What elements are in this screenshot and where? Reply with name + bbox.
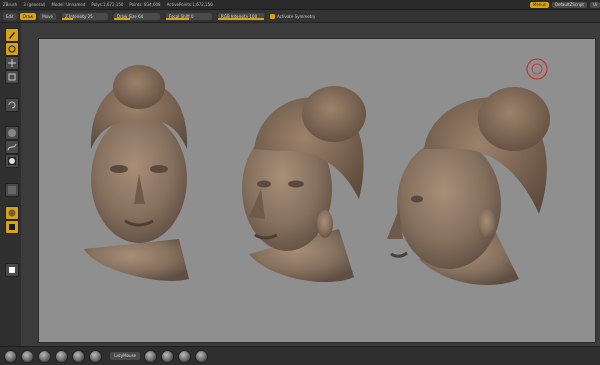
rgb-intensity-slider[interactable]: RGB Intensity 100	[217, 12, 264, 20]
lazymouse-button[interactable]: LazyMouse	[110, 352, 141, 360]
rgb-intensity-fill	[217, 17, 264, 20]
draw-mode-icon[interactable]	[5, 42, 19, 56]
texture-icon[interactable]	[5, 183, 19, 197]
left-shelf	[0, 23, 22, 346]
active-points-info: ActivePoints:1,672,150	[166, 2, 213, 7]
sphere-icon-5[interactable]	[72, 349, 85, 363]
sphere-icon-3[interactable]	[38, 349, 51, 363]
brush-icon[interactable]	[5, 126, 19, 140]
rotate-mode-icon[interactable]	[5, 98, 19, 112]
head-front-view	[84, 65, 189, 281]
sphere-icon-9[interactable]	[178, 349, 192, 363]
document-area	[21, 23, 600, 346]
material-icon[interactable]	[5, 206, 19, 220]
head-three-quarter-view	[242, 86, 366, 283]
brush-cursor-icon	[526, 58, 548, 80]
points-info: Points: 834,608	[129, 2, 161, 7]
move-button[interactable]: Move	[39, 12, 56, 20]
draw-size-slider[interactable]: Draw Size 64	[113, 12, 160, 20]
model-info: Model: Unnamed	[51, 2, 86, 7]
viewport[interactable]	[38, 38, 596, 343]
edit-button[interactable]: Edit	[3, 12, 17, 20]
menus-button[interactable]: Menus	[529, 1, 549, 8]
sculpt-render	[84, 58, 550, 285]
bottom-shelf: LazyMouse	[0, 346, 600, 365]
z-intensity-slider[interactable]: Z Intensity 25	[61, 12, 108, 20]
head-profile-view	[387, 87, 550, 285]
alpha-icon[interactable]	[5, 154, 19, 168]
scale-mode-icon[interactable]	[5, 70, 19, 84]
focal-shift-fill	[165, 17, 189, 20]
swatch-icon[interactable]	[5, 263, 19, 277]
sphere-icon-4[interactable]	[55, 349, 68, 363]
menubar-right: Menus DefaultZScript Ui	[527, 0, 600, 9]
layout-menu[interactable]: 3 (general)	[20, 2, 48, 7]
sphere-icon-2[interactable]	[21, 349, 34, 363]
z-intensity-fill	[61, 17, 74, 20]
ui-button[interactable]: Ui	[589, 1, 600, 8]
move-mode-icon[interactable]	[5, 56, 19, 70]
sphere-icon-8[interactable]	[161, 349, 175, 363]
color-picker-icon[interactable]	[5, 220, 19, 234]
brush-toolbar: Edit Draw Move Z Intensity 25 Draw Size …	[0, 10, 600, 23]
symmetry-label: Activate Symmetry	[276, 13, 316, 19]
edit-mode-icon[interactable]	[5, 28, 19, 42]
menu-bar: ZBrush 3 (general) Model: Unnamed Polys:…	[0, 0, 600, 10]
symmetry-checkbox-icon	[269, 13, 275, 19]
stroke-icon[interactable]	[5, 140, 19, 154]
symmetry-toggle[interactable]: Activate Symmetry	[269, 13, 316, 19]
app-menu[interactable]: ZBrush	[0, 2, 20, 7]
sphere-icon-1[interactable]	[4, 349, 17, 363]
zscript-button[interactable]: DefaultZScript	[551, 1, 587, 8]
sphere-icon-10[interactable]	[195, 349, 209, 363]
focal-shift-slider[interactable]: Focal Shift 0	[165, 12, 212, 20]
sphere-icon-6[interactable]	[89, 349, 102, 363]
sphere-icon-7[interactable]	[144, 349, 158, 363]
draw-size-fill	[113, 17, 131, 20]
polys-info: Polys:1,672,150	[91, 2, 124, 7]
draw-button[interactable]: Draw	[19, 12, 37, 20]
